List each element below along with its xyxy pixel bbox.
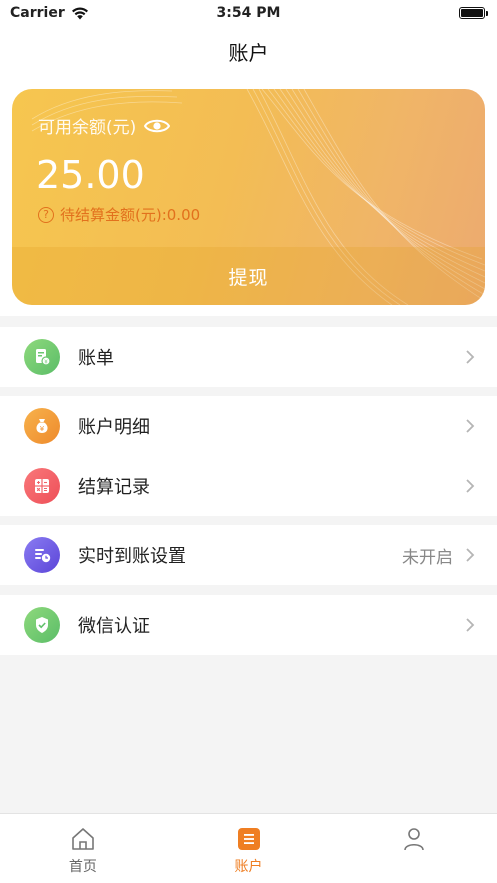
balance-card: 可用余额(元) 25.00 ? 待结算金额(元):0.00 提现 xyxy=(12,89,485,305)
user-icon xyxy=(404,828,424,851)
menu-group-bill: ¥ 账单 xyxy=(0,327,497,387)
eye-icon[interactable] xyxy=(144,117,171,135)
carrier-label: Carrier xyxy=(10,5,65,21)
chevron-right-icon xyxy=(466,350,475,364)
svg-text:¥: ¥ xyxy=(40,425,45,433)
tab-profile[interactable] xyxy=(331,814,497,883)
pending-amount-row: ? 待结算金额(元):0.00 xyxy=(38,204,200,225)
tab-label-account: 账户 xyxy=(234,859,263,875)
menu-group-records: ¥ 账户明细 结算记录 xyxy=(0,396,497,516)
tab-bar: 首页 账户 xyxy=(0,813,497,883)
tab-account[interactable]: 账户 xyxy=(166,814,332,883)
nav-bar: 账户 xyxy=(0,26,497,76)
menu-item-settlement[interactable]: 结算记录 xyxy=(0,456,497,516)
wifi-icon xyxy=(71,6,88,19)
menu-label-realtime-setting: 实时到账设置 xyxy=(78,546,186,567)
menu-label-bill: 账单 xyxy=(78,348,114,369)
menu-label-settlement: 结算记录 xyxy=(78,477,150,498)
moneybag-icon: ¥ xyxy=(24,408,60,444)
chevron-right-icon xyxy=(466,419,475,433)
bill-icon: ¥ xyxy=(24,339,60,375)
status-left: Carrier xyxy=(10,5,89,21)
chevron-right-icon xyxy=(466,618,475,632)
shield-check-icon xyxy=(24,607,60,643)
battery-icon xyxy=(459,7,488,19)
svg-text:¥: ¥ xyxy=(44,359,48,365)
menu-label-account-detail: 账户明细 xyxy=(78,417,150,438)
menu-group-realtime: 实时到账设置 未开启 xyxy=(0,525,497,585)
home-icon xyxy=(72,828,94,850)
clock-list-icon xyxy=(24,537,60,573)
balance-label-row: 可用余额(元) xyxy=(38,113,171,138)
menu-item-account-detail[interactable]: ¥ 账户明细 xyxy=(0,396,497,456)
tab-home[interactable]: 首页 xyxy=(0,814,166,883)
menu-label-wechat-auth: 微信认证 xyxy=(78,616,150,637)
chevron-right-icon xyxy=(466,548,475,562)
page-title: 账户 xyxy=(228,40,269,65)
balance-amount: 25.00 xyxy=(36,153,145,197)
list-icon xyxy=(237,828,260,850)
calculator-icon xyxy=(24,468,60,504)
tab-label-home: 首页 xyxy=(68,859,97,875)
pending-amount: 待结算金额(元):0.00 xyxy=(60,206,201,224)
question-icon[interactable]: ? xyxy=(38,206,54,223)
menu-group-wechat: 微信认证 xyxy=(0,595,497,655)
realtime-status: 未开启 xyxy=(402,547,453,568)
withdraw-button[interactable]: 提现 xyxy=(12,247,485,305)
menu-item-wechat-auth[interactable]: 微信认证 xyxy=(0,595,497,655)
status-bar: Carrier 3:54 PM xyxy=(0,0,497,26)
balance-label: 可用余额(元) xyxy=(38,118,137,138)
menu-item-realtime-setting[interactable]: 实时到账设置 未开启 xyxy=(0,525,497,585)
menu-item-bill[interactable]: ¥ 账单 xyxy=(0,327,497,387)
chevron-right-icon xyxy=(466,479,475,493)
